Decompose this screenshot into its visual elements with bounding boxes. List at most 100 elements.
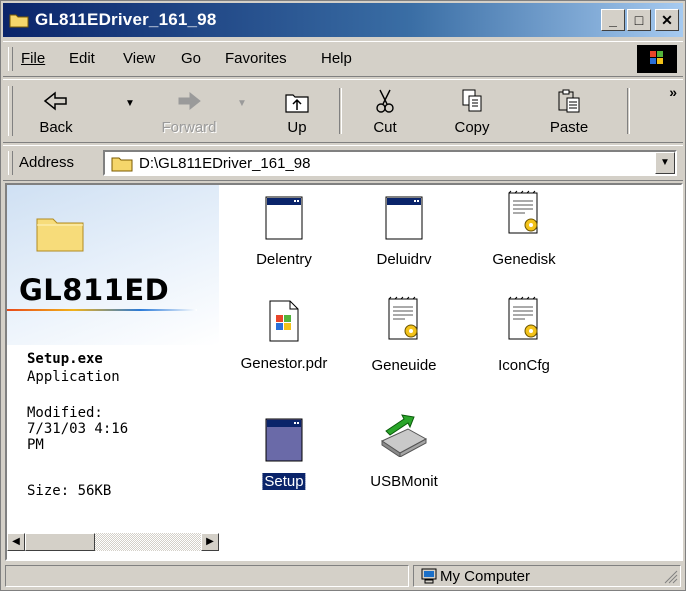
scissors-icon xyxy=(376,89,394,113)
window-title: GL811EDriver_161_98 xyxy=(35,10,217,29)
menu-go[interactable]: Go xyxy=(181,50,201,67)
folder-view: GL811ED Setup.exe Application Modified: … xyxy=(5,183,683,561)
file-name: IconCfg xyxy=(498,357,550,374)
scroll-thumb[interactable] xyxy=(25,533,95,551)
toolbar-separator xyxy=(339,88,342,134)
menu-view[interactable]: View xyxy=(123,50,155,67)
window-app-icon xyxy=(265,196,303,240)
menu-help-label: Help xyxy=(321,50,352,67)
file-size: Size: 56KB xyxy=(27,483,112,499)
status-info xyxy=(5,565,409,587)
file-name: Geneuide xyxy=(371,357,437,374)
config-settings-icon xyxy=(508,296,538,340)
address-input[interactable]: D:\GL811EDriver_161_98 ▼ xyxy=(103,150,677,176)
file-name: USBMonit xyxy=(370,473,438,490)
paste-clipboard-icon xyxy=(558,89,580,113)
copy-button[interactable]: Copy xyxy=(437,86,507,138)
cut-button[interactable]: Cut xyxy=(355,86,415,138)
file-item-genestor[interactable]: Genestor.pdr xyxy=(229,299,339,383)
scroll-left-button[interactable]: ◀ xyxy=(7,533,25,551)
scroll-right-button[interactable]: ▶ xyxy=(201,533,219,551)
forward-arrow-icon xyxy=(178,91,201,111)
file-item-delentry[interactable]: Delentry xyxy=(229,195,339,275)
selected-file-name: Setup.exe xyxy=(27,351,103,367)
menu-go-label: Go xyxy=(181,50,202,67)
details-panel: GL811ED Setup.exe Application Modified: … xyxy=(7,185,219,535)
back-arrow-icon xyxy=(43,91,67,111)
close-button[interactable]: ✕ xyxy=(655,9,679,31)
status-location: My Computer xyxy=(413,565,681,587)
copy-label: Copy xyxy=(454,119,490,136)
paste-button[interactable]: Paste xyxy=(531,86,607,138)
my-computer-icon xyxy=(421,568,437,584)
back-label: Back xyxy=(39,119,73,136)
menu-help[interactable]: Help xyxy=(321,50,352,67)
file-name: Genestor.pdr xyxy=(240,355,328,372)
back-button[interactable]: Back xyxy=(21,86,91,138)
file-item-setup[interactable]: Setup xyxy=(229,417,339,501)
file-item-geneuide[interactable]: Geneuide xyxy=(349,295,459,383)
modified-label: Modified: xyxy=(27,405,103,421)
folder-icon xyxy=(9,14,29,28)
file-name-selected: Setup xyxy=(261,472,307,491)
menu-edit-label: Edit xyxy=(69,50,95,67)
menu-grip[interactable] xyxy=(8,47,13,71)
config-settings-icon xyxy=(388,296,418,340)
horizontal-scrollbar[interactable]: ◀ ▶ xyxy=(7,533,219,551)
window-app-icon xyxy=(385,196,423,240)
file-name: Deluidrv xyxy=(376,251,432,268)
menu-favorites-label: Favorites xyxy=(225,50,287,67)
forward-label: Forward xyxy=(161,119,217,136)
address-label: Address xyxy=(19,154,75,171)
file-item-deluidrv[interactable]: Deluidrv xyxy=(349,195,459,275)
address-grip[interactable] xyxy=(8,151,13,175)
forward-button[interactable]: Forward xyxy=(149,86,229,138)
title-bar[interactable]: GL811EDriver_161_98 _ □ ✕ xyxy=(3,3,683,37)
address-value: D:\GL811EDriver_161_98 xyxy=(139,155,311,172)
window-app-icon xyxy=(265,418,303,462)
file-item-usbmonit[interactable]: USBMonit xyxy=(349,411,459,501)
file-item-iconcfg[interactable]: IconCfg xyxy=(469,295,579,383)
toolbar-chevron-icon[interactable]: » xyxy=(669,84,677,100)
minimize-button[interactable]: _ xyxy=(601,9,625,31)
toolbar-grip[interactable] xyxy=(8,86,13,136)
menu-file-label: File xyxy=(21,50,46,67)
panel-divider xyxy=(7,309,197,311)
status-location-text: My Computer xyxy=(440,568,531,585)
file-item-genedisk[interactable]: Genedisk xyxy=(469,189,579,275)
panel-folder-title: GL811ED xyxy=(19,273,170,307)
paste-label: Paste xyxy=(549,119,589,136)
file-name: Genedisk xyxy=(492,251,556,268)
config-settings-icon xyxy=(508,190,538,234)
address-bar: Address D:\GL811EDriver_161_98 ▼ xyxy=(3,145,683,181)
selected-file-type: Application xyxy=(27,369,120,385)
toolbar-separator xyxy=(627,88,630,134)
cut-label: Cut xyxy=(373,119,397,136)
address-dropdown-button[interactable]: ▼ xyxy=(655,152,675,174)
modified-value: 7/31/03 4:16 xyxy=(27,421,129,437)
resize-grip-icon[interactable] xyxy=(664,570,678,584)
copy-icon xyxy=(462,89,482,112)
maximize-button[interactable]: □ xyxy=(627,9,651,31)
up-folder-icon xyxy=(285,94,309,113)
windows-logo-icon xyxy=(637,45,677,73)
back-dropdown-arrow[interactable]: ▼ xyxy=(125,98,135,109)
status-bar: My Computer xyxy=(3,563,683,589)
menu-file[interactable]: File xyxy=(21,50,45,67)
panel-background xyxy=(7,185,219,345)
folder-icon xyxy=(111,157,133,172)
menu-view-label: View xyxy=(123,50,156,67)
up-button[interactable]: Up xyxy=(265,86,329,138)
menu-favorites[interactable]: Favorites xyxy=(225,50,287,67)
up-label: Up xyxy=(287,119,307,136)
forward-dropdown-arrow[interactable]: ▼ xyxy=(237,98,247,109)
standard-toolbar: Back ▼ Forward ▼ Up Cut Copy Paste » xyxy=(3,79,683,143)
modified-value-ampm: PM xyxy=(27,437,44,453)
menu-bar: File Edit View Go Favorites Help xyxy=(3,41,683,77)
windows-file-icon xyxy=(269,300,299,342)
menu-edit[interactable]: Edit xyxy=(69,50,95,67)
usb-drive-icon xyxy=(380,414,428,457)
folder-icon xyxy=(36,218,84,252)
explorer-window: GL811EDriver_161_98 _ □ ✕ File Edit View… xyxy=(0,0,686,591)
file-name: Delentry xyxy=(256,251,312,268)
